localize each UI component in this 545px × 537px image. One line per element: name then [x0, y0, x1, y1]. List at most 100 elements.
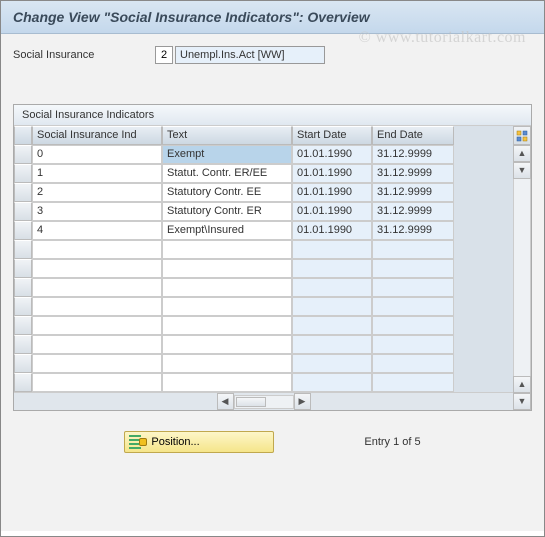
vscroll-track[interactable]: [513, 179, 531, 376]
row-handle[interactable]: [14, 316, 32, 335]
cell-text[interactable]: Exempt: [162, 145, 292, 164]
cell-text[interactable]: [162, 240, 292, 259]
cell-ind[interactable]: 2: [32, 183, 162, 202]
hscroll-right-button[interactable]: ▶: [294, 393, 311, 410]
cell-start[interactable]: [292, 259, 372, 278]
cell-start[interactable]: 01.01.1990: [292, 183, 372, 202]
cell-end[interactable]: 31.12.9999: [372, 183, 454, 202]
cell-end[interactable]: [372, 278, 454, 297]
table-header-row: Social Insurance Ind Text Start Date End…: [14, 126, 513, 145]
row-handle[interactable]: [14, 221, 32, 240]
cell-text[interactable]: Statut. Contr. ER/EE: [162, 164, 292, 183]
col-header-text[interactable]: Text: [162, 126, 292, 145]
hscroll-thumb[interactable]: [236, 397, 266, 407]
cell-text[interactable]: [162, 373, 292, 392]
cell-text[interactable]: Statutory Contr. EE: [162, 183, 292, 202]
table-row-empty: [14, 240, 513, 259]
cell-ind[interactable]: [32, 259, 162, 278]
cell-text[interactable]: [162, 335, 292, 354]
cell-start[interactable]: [292, 354, 372, 373]
cell-end[interactable]: [372, 335, 454, 354]
table-row: 1Statut. Contr. ER/EE01.01.199031.12.999…: [14, 164, 513, 183]
row-handle[interactable]: [14, 297, 32, 316]
select-all-handle[interactable]: [14, 126, 32, 145]
table-panel: Social Insurance Indicators Social Insur…: [13, 104, 532, 411]
cell-ind[interactable]: [32, 335, 162, 354]
table-row-empty: [14, 297, 513, 316]
cell-text[interactable]: Statutory Contr. ER: [162, 202, 292, 221]
cell-end[interactable]: 31.12.9999: [372, 164, 454, 183]
cell-start[interactable]: [292, 278, 372, 297]
cell-start[interactable]: 01.01.1990: [292, 164, 372, 183]
row-handle[interactable]: [14, 335, 32, 354]
cell-end[interactable]: 31.12.9999: [372, 202, 454, 221]
cell-end[interactable]: [372, 240, 454, 259]
cell-start[interactable]: 01.01.1990: [292, 221, 372, 240]
cell-end[interactable]: [372, 297, 454, 316]
row-handle[interactable]: [14, 240, 32, 259]
cell-text[interactable]: [162, 316, 292, 335]
vscroll-down-button[interactable]: ▼: [513, 393, 531, 410]
table-config-button[interactable]: [513, 126, 531, 145]
footer-row: Position... Entry 1 of 5: [13, 431, 532, 453]
cell-start[interactable]: 01.01.1990: [292, 202, 372, 221]
cell-text[interactable]: [162, 297, 292, 316]
cell-text[interactable]: [162, 278, 292, 297]
cell-end[interactable]: [372, 354, 454, 373]
social-insurance-text-input[interactable]: Unempl.Ins.Act [WW]: [175, 46, 325, 64]
vscroll: ▲ ▼ ▲ ▼: [513, 126, 531, 410]
table-body: Social Insurance Ind Text Start Date End…: [14, 126, 513, 410]
cell-ind[interactable]: 0: [32, 145, 162, 164]
cell-end[interactable]: [372, 316, 454, 335]
cell-text[interactable]: [162, 354, 292, 373]
cell-start[interactable]: [292, 373, 372, 392]
cell-text[interactable]: [162, 259, 292, 278]
cell-start[interactable]: [292, 297, 372, 316]
cell-ind[interactable]: [32, 316, 162, 335]
col-header-ind[interactable]: Social Insurance Ind: [32, 126, 162, 145]
col-header-start[interactable]: Start Date: [292, 126, 372, 145]
cell-start[interactable]: [292, 240, 372, 259]
cell-start[interactable]: [292, 335, 372, 354]
table-row: 3Statutory Contr. ER01.01.199031.12.9999: [14, 202, 513, 221]
row-handle[interactable]: [14, 278, 32, 297]
row-handle[interactable]: [14, 202, 32, 221]
hscroll-left-button[interactable]: ◀: [217, 393, 234, 410]
page-title: Change View "Social Insurance Indicators…: [13, 9, 532, 25]
cell-end[interactable]: 31.12.9999: [372, 221, 454, 240]
cell-end[interactable]: [372, 373, 454, 392]
vscroll-up-button[interactable]: ▲: [513, 145, 531, 162]
social-insurance-code-input[interactable]: 2: [155, 46, 173, 64]
vscroll-page-up-button[interactable]: ▼: [513, 162, 531, 179]
row-handle[interactable]: [14, 183, 32, 202]
row-handle[interactable]: [14, 145, 32, 164]
cell-ind[interactable]: [32, 240, 162, 259]
position-button-label: Position...: [151, 436, 199, 448]
hscroll-track[interactable]: [234, 395, 294, 409]
cell-ind[interactable]: 4: [32, 221, 162, 240]
vscroll-page-down-button[interactable]: ▲: [513, 376, 531, 393]
row-handle[interactable]: [14, 373, 32, 392]
table-row-empty: [14, 316, 513, 335]
table-row: 2Statutory Contr. EE01.01.199031.12.9999: [14, 183, 513, 202]
cell-ind[interactable]: [32, 354, 162, 373]
cell-ind[interactable]: [32, 373, 162, 392]
cell-ind[interactable]: 3: [32, 202, 162, 221]
row-handle[interactable]: [14, 354, 32, 373]
cell-ind[interactable]: [32, 297, 162, 316]
social-insurance-field-row: Social Insurance 2 Unempl.Ins.Act [WW]: [13, 46, 532, 64]
position-button[interactable]: Position...: [124, 431, 274, 453]
cell-text[interactable]: Exempt\Insured: [162, 221, 292, 240]
col-header-end[interactable]: End Date: [372, 126, 454, 145]
cell-start[interactable]: 01.01.1990: [292, 145, 372, 164]
hscroll-row: ◀ ▶: [14, 392, 513, 410]
row-handle[interactable]: [14, 259, 32, 278]
cell-end[interactable]: [372, 259, 454, 278]
table-row-empty: [14, 259, 513, 278]
table-row: 0Exempt01.01.199031.12.9999: [14, 145, 513, 164]
row-handle[interactable]: [14, 164, 32, 183]
cell-start[interactable]: [292, 316, 372, 335]
cell-ind[interactable]: 1: [32, 164, 162, 183]
cell-ind[interactable]: [32, 278, 162, 297]
cell-end[interactable]: 31.12.9999: [372, 145, 454, 164]
